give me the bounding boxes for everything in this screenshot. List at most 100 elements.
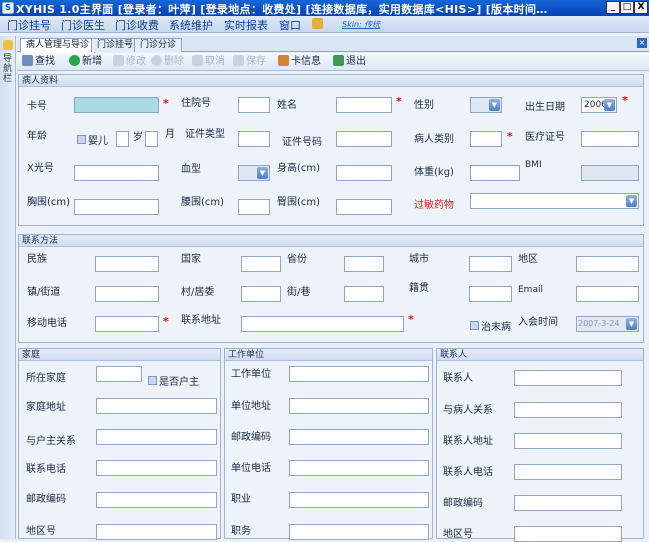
bmi-input[interactable] [581,165,639,181]
city-label: 城市 [409,254,429,265]
blood-type-select[interactable]: ▼ [238,165,270,181]
save-button[interactable]: 保存 [233,55,266,69]
waist-input[interactable] [238,199,270,215]
allergy-label: 过敏药物 [414,200,454,211]
close-button[interactable]: X [634,1,648,14]
required-mark: * [408,313,414,326]
id-no-input[interactable] [336,131,392,147]
is-head-checkbox[interactable] [148,376,157,385]
years-unit-label: 岁 [133,132,143,143]
join-date-select[interactable]: 2007-3-24 ▼ [576,316,639,332]
chevron-down-icon[interactable]: ▼ [604,99,615,111]
relation-input[interactable] [514,402,622,418]
mobile-label: 移动电话 [27,318,67,329]
street-input[interactable] [344,286,384,302]
unit-address-input[interactable] [289,398,429,414]
uncured-checkbox[interactable] [470,321,479,330]
navigation-side-tab[interactable]: 导航栏 [0,36,16,539]
name-input[interactable] [336,97,392,113]
country-input[interactable] [241,256,281,272]
work-postcode-input[interactable] [289,429,429,445]
menu-item-doctor[interactable]: 门诊医生 [61,17,105,33]
contact-address-input[interactable] [514,433,622,449]
maximize-button[interactable]: □ [620,1,634,14]
xray-input[interactable] [74,165,159,181]
id-type-input[interactable] [238,131,270,147]
cancel-button[interactable]: 取消 [192,55,225,69]
contact-phone-input[interactable] [514,464,622,480]
minimize-button[interactable]: _ [606,1,620,14]
find-button[interactable]: 查找 [22,55,55,69]
patient-type-input[interactable] [470,131,502,147]
hip-input[interactable] [336,199,392,215]
medical-card-label: 医疗证号 [525,132,565,143]
menu-item-system[interactable]: 系统维护 [169,17,213,33]
family-address-input[interactable] [96,398,217,414]
infant-checkbox[interactable] [77,135,86,144]
email-input[interactable] [576,286,639,302]
card-info-button[interactable]: 卡信息 [278,55,321,69]
address-input[interactable] [241,316,404,332]
edit-button[interactable]: 修改 [113,55,146,69]
chest-input[interactable] [74,199,159,215]
skin-link[interactable]: Skin: 传统 [342,19,380,30]
delete-button[interactable]: 删除 [151,55,184,69]
add-button[interactable]: 新增 [69,55,102,69]
menu-item-registration[interactable]: 门诊挂号 [7,17,51,33]
age-months-input[interactable] [145,131,158,147]
unit-phone-label: 单位电话 [231,463,271,474]
hip-label: 臀围(cm) [277,197,321,208]
menu-item-billing[interactable]: 门诊收费 [115,17,159,33]
card-icon [278,55,289,66]
unit-phone-input[interactable] [289,460,429,476]
age-years-input[interactable] [116,131,129,147]
section-header-work: 工作单位 [225,349,432,361]
contact-area-label: 地区号 [443,529,473,540]
contact-area-input[interactable] [514,526,622,542]
chevron-down-icon[interactable]: ▼ [489,99,500,111]
card-no-input[interactable] [74,97,159,113]
height-input[interactable] [336,165,392,181]
nation-input[interactable] [95,256,159,272]
toolbar: 查找 新增 修改 删除 取消 保存 卡信息 退出 [17,53,649,71]
village-input[interactable] [241,286,281,302]
menu-item-reports[interactable]: 实时报表 [224,17,268,33]
tab-registration[interactable]: 门诊挂号 [91,38,140,52]
duty-input[interactable] [289,524,429,540]
work-unit-label: 工作单位 [231,369,271,380]
origin-label: 籍贯 [409,283,429,294]
origin-input[interactable] [469,286,512,302]
province-input[interactable] [344,256,384,272]
title-bar[interactable]: S XYHIS 1.0主界面 [登录者：叶萍] [登录地点：收费处] [连接数据… [0,0,649,16]
chevron-down-icon[interactable]: ▼ [257,167,268,179]
district-input[interactable] [576,256,639,272]
city-input[interactable] [469,256,512,272]
mobile-input[interactable] [95,316,159,332]
allergy-select[interactable]: ▼ [470,193,639,209]
family-phone-input[interactable] [96,460,217,476]
tab-triage[interactable]: 门诊分诊 [134,38,183,52]
chevron-down-icon[interactable]: ▼ [626,195,637,207]
weight-input[interactable] [470,165,520,181]
tool-icon[interactable] [312,18,323,29]
occupation-input[interactable] [289,492,429,508]
birth-year-select[interactable]: 2006 ▼ [581,97,617,113]
menu-item-window[interactable]: 窗口 [279,17,301,33]
tab-patient-management[interactable]: 病人管理与导诊 [20,38,96,53]
inpatient-no-input[interactable] [238,97,270,113]
family-postcode-input[interactable] [96,492,217,508]
relation-head-input[interactable] [96,429,217,445]
family-area-input[interactable] [96,524,217,540]
exit-button[interactable]: 退出 [333,55,366,69]
chevron-down-icon[interactable]: ▼ [626,318,637,330]
contact-person-input[interactable] [514,370,622,386]
unit-address-label: 单位地址 [231,401,271,412]
contact-postcode-input[interactable] [514,495,622,511]
close-tab-icon[interactable]: × [637,38,647,48]
id-no-label: 证件号码 [282,137,322,148]
gender-select[interactable]: ▼ [470,97,502,113]
family-input[interactable] [96,366,142,382]
medical-card-input[interactable] [581,131,639,147]
town-input[interactable] [95,286,159,302]
work-unit-input[interactable] [289,366,429,382]
